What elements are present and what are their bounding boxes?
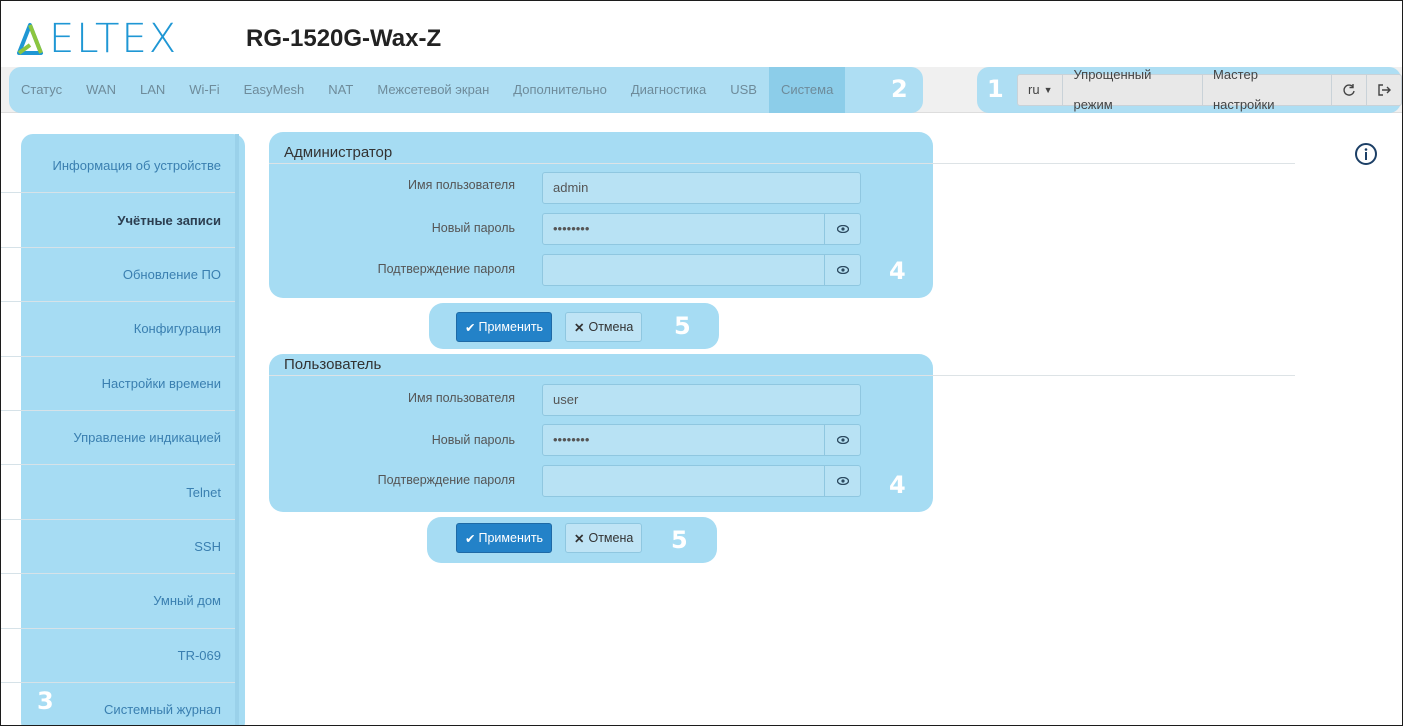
nav-item-nat[interactable]: NAT (316, 67, 365, 113)
top-toolbar: ru ▼ Упрощенный режим Мастер настройки (1017, 67, 1402, 112)
nav-item-wifi[interactable]: Wi-Fi (177, 67, 231, 113)
admin-username-label: Имя пользователя (408, 178, 515, 192)
sidebar-item-ssh[interactable]: SSH (1, 520, 235, 575)
main-nav: Статус WAN LAN Wi-Fi EasyMesh NAT Межсет… (9, 67, 846, 113)
nav-item-firewall[interactable]: Межсетевой экран (365, 67, 501, 113)
nav-item-wan[interactable]: WAN (74, 67, 128, 113)
logout-button[interactable] (1367, 75, 1401, 105)
sidebar-item-firmware-update[interactable]: Обновление ПО (1, 248, 235, 303)
admin-section-title: Администратор (284, 144, 393, 161)
callout-1: 1 (987, 75, 1004, 103)
eltex-logo[interactable]: ELTEX (15, 19, 178, 59)
admin-password-input[interactable]: •••••••• (542, 213, 825, 245)
sidebar-item-telnet[interactable]: Telnet (1, 465, 235, 520)
eye-icon (836, 225, 849, 233)
admin-password-label: Новый пароль (431, 221, 515, 235)
user-confirm-input[interactable] (542, 465, 825, 497)
nav-item-lan[interactable]: LAN (128, 67, 177, 113)
sidebar-item-time-settings[interactable]: Настройки времени (1, 357, 235, 411)
refresh-button[interactable] (1332, 75, 1367, 105)
callout-2: 2 (891, 75, 908, 103)
admin-confirm-label: Подтверждение пароля (377, 262, 515, 276)
user-confirm-label: Подтверждение пароля (377, 473, 515, 487)
user-section-title: Пользователь (284, 356, 382, 373)
admin-confirm-toggle[interactable] (825, 254, 861, 286)
logout-icon (1378, 84, 1391, 96)
admin-cancel-button[interactable]: ✕ Отмена (565, 312, 643, 342)
user-password-input[interactable]: •••••••• (542, 424, 825, 456)
callout-4-admin: 4 (889, 257, 906, 285)
sidebar-item-tr069[interactable]: TR-069 (1, 629, 235, 683)
page: ELTEX RG-1520G-Wax-Z Статус WAN LAN Wi-F… (0, 0, 1403, 726)
callout-5-user: 5 (671, 526, 688, 554)
user-username-label: Имя пользователя (408, 391, 515, 405)
nav-item-status[interactable]: Статус (9, 67, 74, 113)
user-section-divider (269, 375, 1295, 376)
caret-down-icon: ▼ (1043, 85, 1053, 95)
nav-item-usb[interactable]: USB (718, 67, 769, 113)
admin-apply-button[interactable]: ✔ Применить (456, 312, 553, 342)
admin-apply-label: Применить (478, 320, 544, 334)
user-cancel-label: Отмена (588, 531, 634, 545)
eye-icon (836, 477, 849, 485)
sidebar: Информация об устройстве Учётные записи … (1, 139, 235, 725)
user-password-toggle[interactable] (825, 424, 861, 456)
callout-5-admin: 5 (674, 312, 691, 340)
language-select[interactable]: ru ▼ (1018, 75, 1064, 105)
user-apply-label: Применить (478, 531, 544, 545)
callout-3: 3 (37, 687, 54, 715)
sidebar-item-accounts[interactable]: Учётные записи (1, 193, 235, 248)
admin-username-input[interactable]: admin (542, 172, 861, 204)
sidebar-item-led-control[interactable]: Управление индикацией (1, 411, 235, 466)
user-cancel-button[interactable]: ✕ Отмена (565, 523, 643, 553)
logo-mark-icon (17, 23, 43, 55)
language-value: ru (1028, 82, 1040, 97)
user-confirm-toggle[interactable] (825, 465, 861, 497)
nav-item-advanced[interactable]: Дополнительно (501, 67, 619, 113)
admin-section-divider (269, 163, 1295, 164)
brand-text: ELTEX (49, 16, 179, 62)
user-username-input[interactable]: user (542, 384, 861, 416)
nav-item-easymesh[interactable]: EasyMesh (232, 67, 317, 113)
user-apply-button[interactable]: ✔ Применить (456, 523, 553, 553)
admin-cancel-label: Отмена (588, 320, 634, 334)
nav-item-system[interactable]: Система (768, 67, 846, 113)
check-icon: ✔ (465, 320, 476, 335)
check-icon: ✔ (465, 531, 476, 546)
simple-mode-button[interactable]: Упрощенный режим (1063, 67, 1203, 112)
eye-icon (836, 266, 849, 274)
sidebar-item-smart-home[interactable]: Умный дом (1, 574, 235, 629)
admin-password-toggle[interactable] (825, 213, 861, 245)
user-password-label: Новый пароль (431, 433, 515, 447)
callout-4-user: 4 (889, 471, 906, 499)
admin-confirm-input[interactable] (542, 254, 825, 286)
info-icon[interactable] (1354, 142, 1378, 166)
sidebar-divider (235, 134, 239, 725)
close-icon: ✕ (574, 320, 585, 335)
sidebar-item-configuration[interactable]: Конфигурация (1, 302, 235, 357)
eye-icon (836, 436, 849, 444)
sidebar-item-device-info[interactable]: Информация об устройстве (1, 139, 235, 194)
refresh-icon (1343, 84, 1355, 96)
setup-wizard-button[interactable]: Мастер настройки (1203, 67, 1332, 112)
device-model: RG-1520G-Wax-Z (246, 25, 442, 52)
close-icon: ✕ (574, 531, 585, 546)
nav-item-diagnostics[interactable]: Диагностика (619, 67, 718, 113)
